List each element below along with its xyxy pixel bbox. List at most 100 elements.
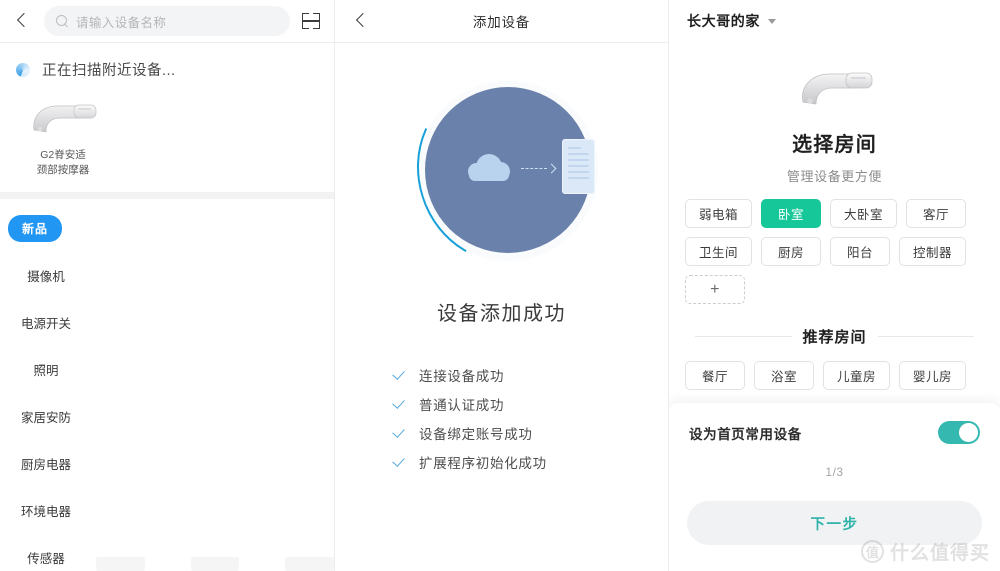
recommended-room-chip-kids-room[interactable]: 儿童房 bbox=[823, 361, 891, 390]
next-step-button[interactable]: 下一步 bbox=[687, 501, 982, 545]
sidebar-item-kitchen-appliance[interactable]: 厨房电器 bbox=[0, 440, 92, 487]
step-label: 普通认证成功 bbox=[419, 397, 505, 413]
list-item: 普通认证成功 bbox=[393, 389, 668, 418]
success-headline: 设备添加成功 bbox=[437, 303, 566, 325]
back-chevron-icon[interactable] bbox=[12, 10, 34, 32]
favorite-device-row: 设为首页常用设备 bbox=[669, 403, 1000, 444]
room-label: 儿童房 bbox=[837, 370, 877, 384]
category-label: 电源开关 bbox=[20, 317, 71, 331]
bottom-action-sheet: 设为首页常用设备 1/3 下一步 bbox=[669, 403, 1000, 571]
sidebar-item-new[interactable]: 新品 bbox=[0, 205, 92, 252]
loading-spinner-icon bbox=[16, 62, 30, 77]
sidebar-item-home-security[interactable]: 家居安防 bbox=[0, 393, 92, 440]
room-chip-master-bedroom[interactable]: 大卧室 bbox=[830, 199, 898, 228]
found-device-tile[interactable]: G2脊安适 颈部按摩器 bbox=[8, 94, 118, 178]
sidebar-item-sensor[interactable]: 传感器 bbox=[0, 534, 92, 571]
check-icon bbox=[393, 455, 406, 468]
list-item: 连接设备成功 bbox=[393, 360, 668, 389]
check-icon bbox=[393, 397, 406, 410]
page-title: 选择房间 bbox=[792, 134, 877, 156]
room-chip-bathroom[interactable]: 卫生间 bbox=[685, 237, 753, 266]
list-item: 设备绑定账号成功 bbox=[393, 418, 668, 447]
sidebar-item-camera[interactable]: 摄像机 bbox=[0, 252, 92, 299]
category-list: 新品 摄像机 电源开关 照明 家居安防 厨房电器 环境电器 传感器 bbox=[0, 199, 334, 571]
room-chip-living-room[interactable]: 客厅 bbox=[906, 199, 967, 228]
device-name-line1: G2脊安适 bbox=[40, 149, 86, 161]
sidebar-item-power-switch[interactable]: 电源开关 bbox=[0, 299, 92, 346]
category-label: 传感器 bbox=[27, 552, 65, 566]
room-label: 客厅 bbox=[923, 208, 950, 222]
toggle-knob bbox=[959, 423, 978, 442]
divider bbox=[877, 336, 975, 337]
add-device-search-panel: 请输入设备名称 正在扫描附近设备... G2脊安适 颈部按摩器 新品 摄像机 电… bbox=[0, 0, 334, 571]
add-room-button[interactable]: + bbox=[685, 275, 745, 304]
recommended-rooms-header: 推荐房间 bbox=[669, 326, 1000, 347]
recommended-rooms-title: 推荐房间 bbox=[802, 329, 867, 346]
recommended-room-chip-dining-room[interactable]: 餐厅 bbox=[685, 361, 745, 390]
recommended-room-chip-baby-room[interactable]: 婴儿房 bbox=[899, 361, 967, 390]
step-label: 连接设备成功 bbox=[419, 368, 505, 384]
right-top-bar: 长大哥的家 bbox=[669, 0, 1000, 42]
room-label: 厨房 bbox=[778, 246, 805, 260]
search-icon bbox=[56, 14, 69, 28]
arrow-right-icon bbox=[521, 163, 557, 174]
device-document-icon bbox=[562, 139, 595, 194]
step-label: 设备绑定账号成功 bbox=[419, 426, 533, 442]
sidebar-item-lighting[interactable]: 照明 bbox=[0, 346, 92, 393]
success-step-list: 连接设备成功 普通认证成功 设备绑定账号成功 扩展程序初始化成功 bbox=[393, 360, 668, 476]
search-input[interactable]: 请输入设备名称 bbox=[44, 6, 290, 36]
cloud-to-device-sync-illustration bbox=[335, 61, 668, 291]
category-label: 摄像机 bbox=[27, 270, 65, 284]
home-name-label[interactable]: 长大哥的家 bbox=[687, 11, 760, 31]
placeholder-card bbox=[190, 557, 240, 571]
category-label: 照明 bbox=[33, 364, 59, 378]
recommended-room-grid: 餐厅 浴室 儿童房 婴儿房 bbox=[669, 347, 1000, 390]
left-top-bar: 请输入设备名称 bbox=[0, 0, 334, 42]
step-label: 扩展程序初始化成功 bbox=[419, 455, 547, 471]
check-icon bbox=[393, 426, 406, 439]
back-chevron-icon[interactable] bbox=[351, 10, 373, 32]
select-room-panel: 长大哥的家 选择房间 管理设备更方便 弱电箱 卧室 大卧室 客厅 卫生间 厨房 … bbox=[668, 0, 1000, 571]
favorite-device-label: 设为首页常用设备 bbox=[689, 426, 802, 442]
add-device-success-panel: 添加设备 设备添加成功 连接设备成功 普通认证成功 设备绑定账号成功 扩展程序初… bbox=[334, 0, 668, 571]
room-chip-balcony[interactable]: 阳台 bbox=[830, 237, 891, 266]
room-chip-kitchen[interactable]: 厨房 bbox=[761, 237, 822, 266]
page-subtitle: 管理设备更方便 bbox=[786, 169, 883, 184]
section-separator bbox=[0, 192, 334, 199]
room-chip-grid: 弱电箱 卧室 大卧室 客厅 卫生间 厨房 阳台 控制器 + bbox=[669, 185, 1000, 304]
product-card-placeholders bbox=[96, 553, 334, 571]
plus-icon: + bbox=[710, 280, 720, 298]
room-chip-weak-current-box[interactable]: 弱电箱 bbox=[685, 199, 753, 228]
search-placeholder: 请输入设备名称 bbox=[76, 15, 167, 30]
neck-massager-device-image bbox=[789, 62, 881, 114]
room-label: 控制器 bbox=[913, 246, 953, 260]
room-label: 餐厅 bbox=[701, 370, 728, 384]
chevron-down-icon[interactable] bbox=[768, 18, 776, 24]
app-screenshot: 请输入设备名称 正在扫描附近设备... G2脊安适 颈部按摩器 新品 摄像机 电… bbox=[0, 0, 1000, 571]
recommended-room-chip-bathroom[interactable]: 浴室 bbox=[754, 361, 814, 390]
category-label: 环境电器 bbox=[20, 505, 71, 519]
divider bbox=[335, 42, 668, 43]
placeholder-card bbox=[285, 557, 334, 571]
category-label: 新品 bbox=[8, 215, 63, 242]
category-label: 家居安防 bbox=[20, 411, 71, 425]
favorite-device-toggle[interactable] bbox=[938, 421, 980, 444]
room-label: 浴室 bbox=[770, 370, 797, 384]
scanning-label: 正在扫描附近设备... bbox=[42, 63, 176, 79]
cloud-icon bbox=[468, 154, 510, 182]
room-label: 卧室 bbox=[778, 208, 805, 222]
scan-frame-icon[interactable] bbox=[300, 11, 322, 31]
list-item: 扩展程序初始化成功 bbox=[393, 447, 668, 476]
room-chip-controller[interactable]: 控制器 bbox=[899, 237, 967, 266]
room-chip-bedroom[interactable]: 卧室 bbox=[761, 199, 822, 228]
room-label: 婴儿房 bbox=[913, 370, 953, 384]
page-indicator: 1/3 bbox=[825, 465, 844, 479]
scanning-status: 正在扫描附近设备... bbox=[0, 43, 334, 80]
neck-massager-device-image bbox=[20, 94, 106, 142]
room-label: 弱电箱 bbox=[699, 208, 739, 222]
room-label: 大卧室 bbox=[844, 208, 884, 222]
category-label: 厨房电器 bbox=[20, 458, 71, 472]
sidebar-item-environment-appliance[interactable]: 环境电器 bbox=[0, 487, 92, 534]
check-icon bbox=[393, 368, 406, 381]
divider bbox=[695, 336, 792, 337]
